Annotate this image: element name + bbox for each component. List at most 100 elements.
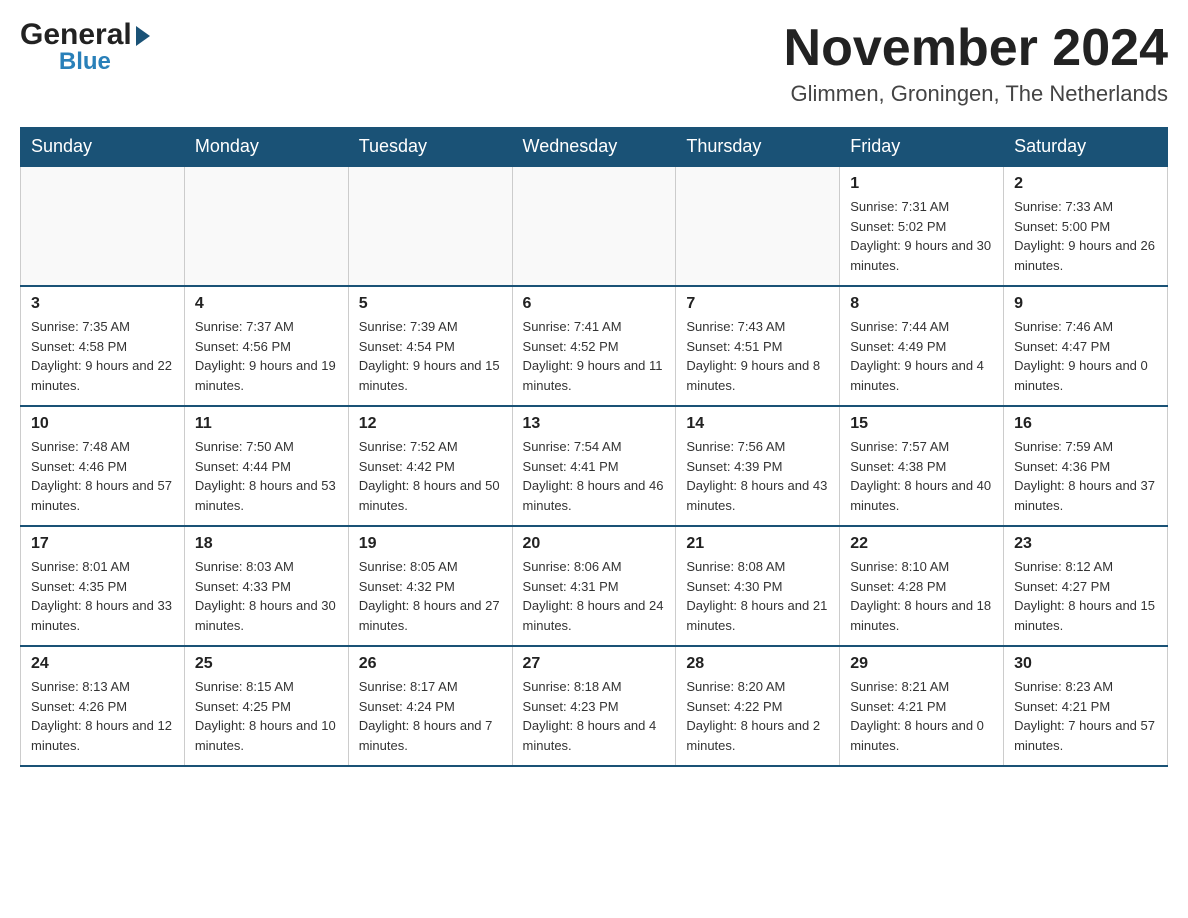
day-cell: 24 Sunrise: 8:13 AMSunset: 4:26 PMDayligh… — [21, 646, 185, 766]
day-info: Sunrise: 8:13 AMSunset: 4:26 PMDaylight:… — [31, 677, 174, 755]
col-thursday: Thursday — [676, 128, 840, 167]
day-number: 29 — [850, 655, 993, 673]
day-cell: 21 Sunrise: 8:08 AMSunset: 4:30 PMDayligh… — [676, 526, 840, 646]
day-info: Sunrise: 7:35 AMSunset: 4:58 PMDaylight:… — [31, 317, 174, 395]
day-info: Sunrise: 7:52 AMSunset: 4:42 PMDaylight:… — [359, 437, 502, 515]
day-info: Sunrise: 8:23 AMSunset: 4:21 PMDaylight:… — [1014, 677, 1157, 755]
day-cell: 28Sunrise: 8:20 AMSunset: 4:22 PMDayligh… — [676, 646, 840, 766]
day-number: 15 — [850, 415, 993, 433]
day-cell: 18Sunrise: 8:03 AMSunset: 4:33 PMDayligh… — [184, 526, 348, 646]
col-saturday: Saturday — [1004, 128, 1168, 167]
week-row-1: 1 Sunrise: 7:31 AMSunset: 5:02 PMDaylight… — [21, 166, 1168, 286]
day-cell: 10Sunrise: 7:48 AMSunset: 4:46 PMDayligh… — [21, 406, 185, 526]
day-number: 23 — [1014, 535, 1157, 553]
day-cell: 3 Sunrise: 7:35 AMSunset: 4:58 PMDaylight… — [21, 286, 185, 406]
day-info: Sunrise: 8:08 AMSunset: 4:30 PMDaylight:… — [686, 557, 829, 635]
day-cell: 9Sunrise: 7:46 AMSunset: 4:47 PMDaylight… — [1004, 286, 1168, 406]
day-info: Sunrise: 8:18 AMSunset: 4:23 PMDaylight:… — [523, 677, 666, 755]
day-number: 1 — [850, 175, 993, 193]
day-cell: 29 Sunrise: 8:21 AMSunset: 4:21 PMDayligh… — [840, 646, 1004, 766]
day-info: Sunrise: 7:59 AMSunset: 4:36 PMDaylight:… — [1014, 437, 1157, 515]
day-number: 7 — [686, 295, 829, 313]
day-info: Sunrise: 7:57 AMSunset: 4:38 PMDaylight:… — [850, 437, 993, 515]
day-cell: 22Sunrise: 8:10 AMSunset: 4:28 PMDayligh… — [840, 526, 1004, 646]
day-cell: 15 Sunrise: 7:57 AMSunset: 4:38 PMDayligh… — [840, 406, 1004, 526]
day-cell: 8Sunrise: 7:44 AMSunset: 4:49 PMDaylight… — [840, 286, 1004, 406]
day-cell — [512, 166, 676, 286]
day-cell: 23 Sunrise: 8:12 AMSunset: 4:27 PMDayligh… — [1004, 526, 1168, 646]
day-cell: 27 Sunrise: 8:18 AMSunset: 4:23 PMDayligh… — [512, 646, 676, 766]
day-cell: 30 Sunrise: 8:23 AMSunset: 4:21 PMDayligh… — [1004, 646, 1168, 766]
day-number: 27 — [523, 655, 666, 673]
day-number: 22 — [850, 535, 993, 553]
col-sunday: Sunday — [21, 128, 185, 167]
day-number: 17 — [31, 535, 174, 553]
day-number: 24 — [31, 655, 174, 673]
day-info: Sunrise: 7:31 AMSunset: 5:02 PMDaylight:… — [850, 197, 993, 275]
col-friday: Friday — [840, 128, 1004, 167]
calendar-body: 1 Sunrise: 7:31 AMSunset: 5:02 PMDaylight… — [21, 166, 1168, 766]
day-number: 6 — [523, 295, 666, 313]
day-number: 2 — [1014, 175, 1157, 193]
day-info: Sunrise: 7:37 AMSunset: 4:56 PMDaylight:… — [195, 317, 338, 395]
day-info: Sunrise: 8:12 AMSunset: 4:27 PMDaylight:… — [1014, 557, 1157, 635]
day-cell: 2 Sunrise: 7:33 AMSunset: 5:00 PMDaylight… — [1004, 166, 1168, 286]
day-info: Sunrise: 8:17 AMSunset: 4:24 PMDaylight:… — [359, 677, 502, 755]
day-number: 26 — [359, 655, 502, 673]
day-info: Sunrise: 8:15 AMSunset: 4:25 PMDaylight:… — [195, 677, 338, 755]
day-number: 5 — [359, 295, 502, 313]
day-cell: 17 Sunrise: 8:01 AMSunset: 4:35 PMDayligh… — [21, 526, 185, 646]
week-row-2: 3 Sunrise: 7:35 AMSunset: 4:58 PMDaylight… — [21, 286, 1168, 406]
day-number: 16 — [1014, 415, 1157, 433]
day-cell: 1 Sunrise: 7:31 AMSunset: 5:02 PMDaylight… — [840, 166, 1004, 286]
day-info: Sunrise: 7:56 AMSunset: 4:39 PMDaylight:… — [686, 437, 829, 515]
day-cell: 16 Sunrise: 7:59 AMSunset: 4:36 PMDayligh… — [1004, 406, 1168, 526]
day-info: Sunrise: 8:21 AMSunset: 4:21 PMDaylight:… — [850, 677, 993, 755]
day-info: Sunrise: 8:01 AMSunset: 4:35 PMDaylight:… — [31, 557, 174, 635]
logo: General Blue — [20, 20, 150, 74]
day-info: Sunrise: 7:43 AMSunset: 4:51 PMDaylight:… — [686, 317, 829, 395]
day-info: Sunrise: 7:48 AMSunset: 4:46 PMDaylight:… — [31, 437, 174, 515]
week-row-5: 24 Sunrise: 8:13 AMSunset: 4:26 PMDayligh… — [21, 646, 1168, 766]
calendar: Sunday Monday Tuesday Wednesday Thursday… — [20, 127, 1168, 767]
col-wednesday: Wednesday — [512, 128, 676, 167]
day-number: 20 — [523, 535, 666, 553]
day-cell: 26 Sunrise: 8:17 AMSunset: 4:24 PMDayligh… — [348, 646, 512, 766]
day-cell — [348, 166, 512, 286]
day-cell: 19 Sunrise: 8:05 AMSunset: 4:32 PMDayligh… — [348, 526, 512, 646]
day-info: Sunrise: 7:41 AMSunset: 4:52 PMDaylight:… — [523, 317, 666, 395]
day-cell: 7 Sunrise: 7:43 AMSunset: 4:51 PMDaylight… — [676, 286, 840, 406]
day-number: 14 — [686, 415, 829, 433]
day-cell: 13Sunrise: 7:54 AMSunset: 4:41 PMDayligh… — [512, 406, 676, 526]
day-number: 30 — [1014, 655, 1157, 673]
day-number: 3 — [31, 295, 174, 313]
day-cell: 11Sunrise: 7:50 AMSunset: 4:44 PMDayligh… — [184, 406, 348, 526]
day-cell: 6 Sunrise: 7:41 AMSunset: 4:52 PMDaylight… — [512, 286, 676, 406]
day-info: Sunrise: 7:50 AMSunset: 4:44 PMDaylight:… — [195, 437, 338, 515]
day-number: 18 — [195, 535, 338, 553]
location: Glimmen, Groningen, The Netherlands — [784, 81, 1168, 107]
page-header: General Blue November 2024 Glimmen, Gron… — [20, 20, 1168, 107]
day-number: 25 — [195, 655, 338, 673]
col-tuesday: Tuesday — [348, 128, 512, 167]
day-cell: 5Sunrise: 7:39 AMSunset: 4:54 PMDaylight… — [348, 286, 512, 406]
day-cell: 12Sunrise: 7:52 AMSunset: 4:42 PMDayligh… — [348, 406, 512, 526]
day-cell: 4Sunrise: 7:37 AMSunset: 4:56 PMDaylight… — [184, 286, 348, 406]
days-of-week-row: Sunday Monday Tuesday Wednesday Thursday… — [21, 128, 1168, 167]
day-info: Sunrise: 8:05 AMSunset: 4:32 PMDaylight:… — [359, 557, 502, 635]
day-info: Sunrise: 7:33 AMSunset: 5:00 PMDaylight:… — [1014, 197, 1157, 275]
calendar-header: Sunday Monday Tuesday Wednesday Thursday… — [21, 128, 1168, 167]
month-title: November 2024 — [784, 20, 1168, 77]
day-cell: 20Sunrise: 8:06 AMSunset: 4:31 PMDayligh… — [512, 526, 676, 646]
day-number: 9 — [1014, 295, 1157, 313]
day-number: 19 — [359, 535, 502, 553]
day-cell — [184, 166, 348, 286]
logo-line2: Blue — [20, 50, 150, 74]
day-info: Sunrise: 7:54 AMSunset: 4:41 PMDaylight:… — [523, 437, 666, 515]
day-number: 21 — [686, 535, 829, 553]
day-info: Sunrise: 7:44 AMSunset: 4:49 PMDaylight:… — [850, 317, 993, 395]
day-cell: 25 Sunrise: 8:15 AMSunset: 4:25 PMDayligh… — [184, 646, 348, 766]
day-info: Sunrise: 8:20 AMSunset: 4:22 PMDaylight:… — [686, 677, 829, 755]
day-cell — [21, 166, 185, 286]
logo-line1: General — [20, 20, 150, 50]
